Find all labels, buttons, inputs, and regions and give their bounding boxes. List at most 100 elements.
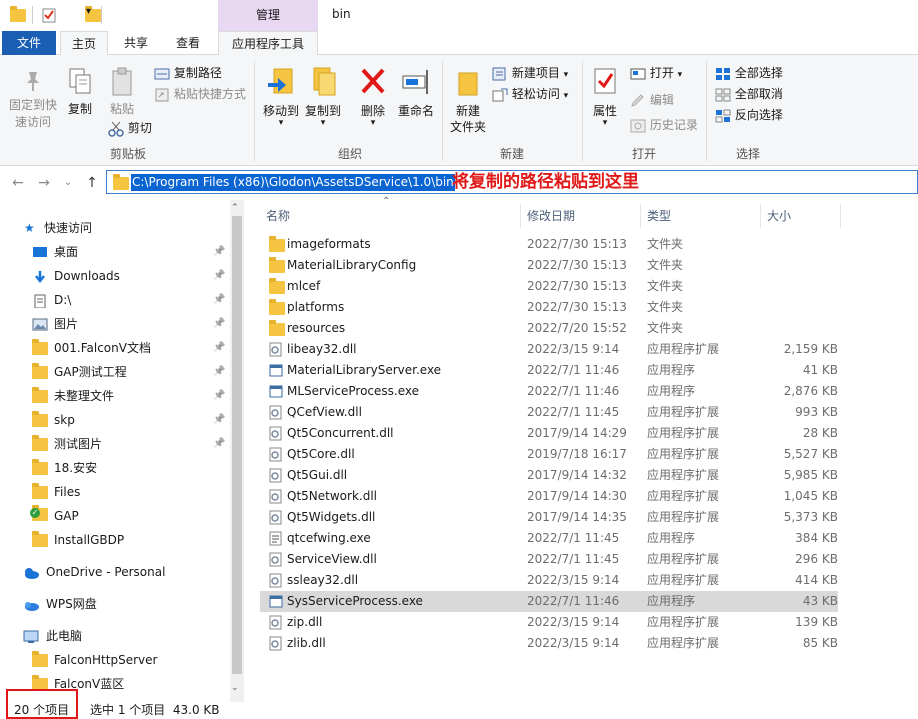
scroll-up-chevron-icon[interactable]: ⌃ xyxy=(231,203,239,213)
forward-arrow-icon[interactable]: → xyxy=(34,173,54,193)
chevron-down-icon[interactable]: ▾ xyxy=(86,6,91,17)
nav-item[interactable]: 未整理文件 xyxy=(32,384,114,408)
pin-icon[interactable]: 📌 xyxy=(213,390,225,402)
file-type: 应用程序扩展 xyxy=(647,636,720,650)
nav-item[interactable]: Downloads xyxy=(32,264,120,288)
column-divider[interactable] xyxy=(640,204,641,228)
address-path[interactable]: C:\Program Files (x86)\Glodon\AssetsDSer… xyxy=(131,174,455,191)
file-row[interactable]: ssleay32.dll 2022/3/15 9:14 应用程序扩展 414 KB xyxy=(260,570,838,591)
nav-item[interactable]: Files xyxy=(32,480,80,504)
file-row[interactable]: Qt5Concurrent.dll 2017/9/14 14:29 应用程序扩展 28… xyxy=(260,423,838,444)
file-row[interactable]: zip.dll 2022/3/15 9:14 应用程序扩展 139 KB xyxy=(260,612,838,633)
nav-item[interactable]: 图片 xyxy=(32,312,78,336)
nav-item[interactable]: GAP测试工程 xyxy=(32,360,127,384)
file-row[interactable]: QCefView.dll 2022/7/1 11:45 应用程序扩展 993 KB xyxy=(260,402,838,423)
pin-icon[interactable]: 📌 xyxy=(213,366,225,378)
copy-to-button[interactable]: 复制到 ▾ xyxy=(302,65,344,128)
select-all-button[interactable]: 全部选择 xyxy=(715,63,783,83)
easy-access-button[interactable]: 轻松访问 ▾ xyxy=(492,84,568,104)
file-date: 2022/7/30 15:13 xyxy=(527,258,627,272)
pin-icon[interactable]: 📌 xyxy=(213,438,225,450)
pin-icon[interactable]: 📌 xyxy=(213,342,225,354)
column-divider[interactable] xyxy=(520,204,521,228)
cut-button[interactable]: 剪切 xyxy=(108,118,152,138)
new-item-button[interactable]: 新建项目 ▾ xyxy=(492,63,568,83)
pin-icon[interactable]: 📌 xyxy=(213,270,225,282)
column-divider[interactable] xyxy=(840,204,841,228)
file-row[interactable]: MaterialLibraryServer.exe 2022/7/1 11:46 应… xyxy=(260,360,838,381)
pin-icon[interactable]: 📌 xyxy=(213,414,225,426)
rename-button[interactable]: 重命名 xyxy=(394,65,438,119)
tab-app-tools[interactable]: 应用程序工具 xyxy=(218,31,318,55)
pin-icon[interactable]: 📌 xyxy=(213,246,225,258)
nav-this-pc[interactable]: 此电脑 xyxy=(22,624,82,648)
nav-item[interactable]: 桌面 xyxy=(32,240,78,264)
pin-icon[interactable]: 📌 xyxy=(213,294,225,306)
nav-item[interactable]: 001.FalconV文档 xyxy=(32,336,151,360)
move-to-button[interactable]: 移动到 ▾ xyxy=(260,65,302,128)
nav-wps[interactable]: WPS网盘 xyxy=(22,592,97,616)
file-row[interactable]: mlcef 2022/7/30 15:13 文件夹 xyxy=(260,276,838,297)
properties-button[interactable]: 属性 ▾ xyxy=(588,65,622,128)
tab-share[interactable]: 共享 xyxy=(112,31,160,55)
nav-onedrive[interactable]: OneDrive - Personal xyxy=(22,560,165,584)
file-date: 2022/7/30 15:13 xyxy=(527,237,627,251)
file-row[interactable]: libeay32.dll 2022/3/15 9:14 应用程序扩展 2,159 KB xyxy=(260,339,838,360)
file-row[interactable]: resources 2022/7/20 15:52 文件夹 xyxy=(260,318,838,339)
new-folder-button[interactable]: 新建 文件夹 xyxy=(446,65,490,135)
file-row[interactable]: qtcefwing.exe 2022/7/1 11:45 应用程序 384 KB xyxy=(260,528,838,549)
nav-item[interactable]: D:\ xyxy=(32,288,71,312)
file-date: 2017/9/14 14:29 xyxy=(527,426,627,440)
file-name: Qt5Gui.dll xyxy=(287,468,348,482)
file-row[interactable]: ServiceView.dll 2022/7/1 11:45 应用程序扩展 296 K… xyxy=(260,549,838,570)
file-row[interactable]: MaterialLibraryConfig 2022/7/30 15:13 文件夹 xyxy=(260,255,838,276)
nav-item[interactable]: skp xyxy=(32,408,75,432)
nav-quick-access[interactable]: ★ 快速访问 xyxy=(24,216,92,240)
file-row[interactable]: Qt5Network.dll 2017/9/14 14:30 应用程序扩展 1,045… xyxy=(260,486,838,507)
file-row[interactable]: zlib.dll 2022/3/15 9:14 应用程序扩展 85 KB xyxy=(260,633,838,654)
nav-item[interactable]: 测试图片 xyxy=(32,432,102,456)
folder-icon xyxy=(10,6,26,22)
history-button[interactable]: 历史记录 xyxy=(630,115,698,135)
open-button[interactable]: 打开 ▾ xyxy=(630,63,682,83)
column-header-name[interactable]: 名称 xyxy=(266,204,290,228)
file-row[interactable]: SysServiceProcess.exe 2022/7/1 11:46 应用程序 4… xyxy=(260,591,838,612)
select-none-button[interactable]: 全部取消 xyxy=(715,84,783,104)
file-row[interactable]: imageformats 2022/7/30 15:13 文件夹 xyxy=(260,234,838,255)
tab-home[interactable]: 主页 xyxy=(60,31,108,56)
column-header-date[interactable]: 修改日期 xyxy=(527,204,575,228)
paste-button[interactable]: 粘贴 xyxy=(104,67,140,117)
file-row[interactable]: Qt5Gui.dll 2017/9/14 14:32 应用程序扩展 5,985 KB xyxy=(260,465,838,486)
file-row[interactable]: platforms 2022/7/30 15:13 文件夹 xyxy=(260,297,838,318)
copy-button[interactable]: 复制 xyxy=(62,67,98,117)
tab-view[interactable]: 查看 xyxy=(164,31,212,55)
scroll-down-chevron-icon[interactable]: ⌄ xyxy=(231,683,239,693)
file-row[interactable]: Qt5Core.dll 2019/7/18 16:17 应用程序扩展 5,527 KB xyxy=(260,444,838,465)
recent-locations-chevron-icon[interactable]: ⌄ xyxy=(58,173,78,193)
tab-file[interactable]: 文件 xyxy=(2,31,56,55)
back-arrow-icon[interactable]: ← xyxy=(8,173,28,193)
folder-icon xyxy=(32,339,48,355)
nav-item[interactable]: 18.安安 xyxy=(32,456,97,480)
navigation-pane: ★ 快速访问 桌面 📌 Downloads 📌 D:\ 📌 图片 📌 001.FalconV文档… xyxy=(0,200,244,702)
column-header-type[interactable]: 类型 xyxy=(647,204,671,228)
properties-check-icon[interactable] xyxy=(42,7,56,23)
invert-selection-button[interactable]: 反向选择 xyxy=(715,105,783,125)
copy-path-button[interactable]: 复制路径 xyxy=(154,63,222,83)
paste-shortcut-button[interactable]: 粘贴快捷方式 xyxy=(154,84,246,104)
nav-item[interactable]: InstallGBDP xyxy=(32,528,124,552)
nav-pc-item[interactable]: FalconHttpServer xyxy=(32,648,157,672)
divider xyxy=(101,6,102,24)
column-divider[interactable] xyxy=(760,204,761,228)
delete-button[interactable]: 删除 ▾ xyxy=(354,65,392,128)
file-size: 5,373 KB xyxy=(783,510,838,524)
file-row[interactable]: MLServiceProcess.exe 2022/7/1 11:46 应用程序 2,… xyxy=(260,381,838,402)
up-arrow-icon[interactable]: ↑ xyxy=(82,173,102,193)
column-header-size[interactable]: 大小 xyxy=(767,204,791,228)
file-row[interactable]: Qt5Widgets.dll 2017/9/14 14:35 应用程序扩展 5,373… xyxy=(260,507,838,528)
nav-scrollbar-thumb[interactable] xyxy=(232,216,242,674)
nav-item[interactable]: ✓ GAP xyxy=(30,504,79,528)
pin-quick-access-button[interactable]: 固定到快 速访问 xyxy=(6,69,60,131)
pin-icon[interactable]: 📌 xyxy=(213,318,225,330)
edit-button[interactable]: 编辑 xyxy=(630,90,674,110)
